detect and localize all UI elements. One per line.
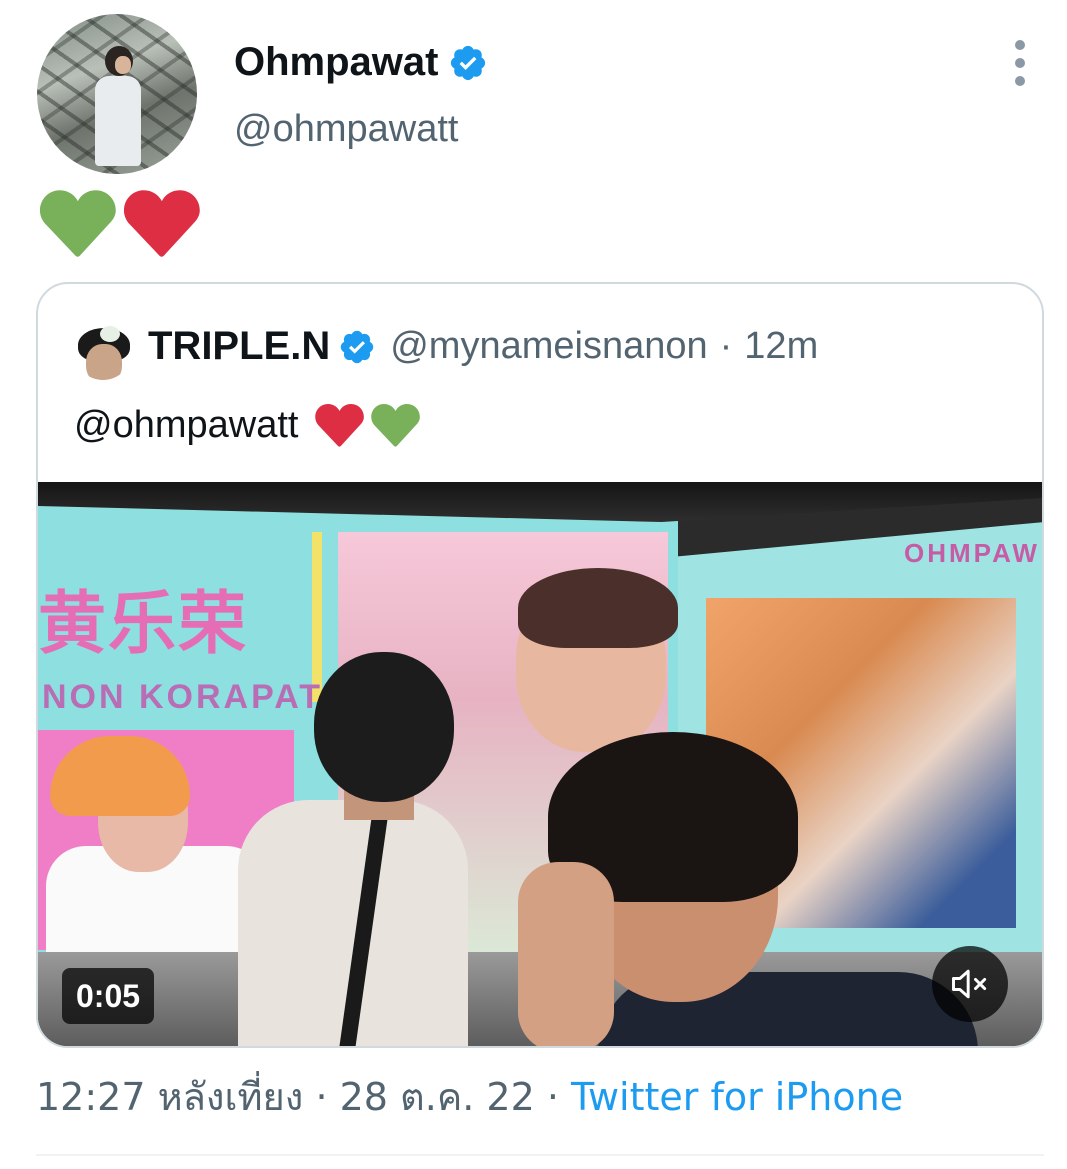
timestamp-separator: · (315, 1075, 328, 1119)
speaker-muted-icon (952, 969, 987, 999)
verified-badge-icon (451, 45, 486, 80)
author-name[interactable]: Ohmpawat (234, 40, 438, 85)
tweet-timestamp: 12:27 หลังเที่ยง · 28 ต.ค. 22 · Twitter … (36, 1066, 903, 1127)
red-heart-icon (123, 190, 200, 257)
red-heart-icon (315, 404, 365, 447)
more-vertical-icon[interactable] (1006, 40, 1034, 86)
timestamp-date[interactable]: 28 ต.ค. 22 (340, 1075, 535, 1119)
verified-badge-icon (341, 330, 374, 363)
video-screen-text: NON KORAPAT (42, 678, 324, 716)
quote-header: TRIPLE.N @mynameisnanon · 12m (148, 324, 818, 369)
video-screen-text: OHMPAW (904, 538, 1040, 568)
divider (36, 1154, 1044, 1156)
quote-author-name[interactable]: TRIPLE.N (148, 324, 330, 369)
green-heart-icon (39, 190, 116, 257)
video-player[interactable]: 黄乐荣 NON KORAPAT OHMPAW 0:05 (38, 482, 1042, 1046)
quote-tweet-card[interactable]: TRIPLE.N @mynameisnanon · 12m @ohmpawatt… (36, 282, 1044, 1048)
timestamp-separator: · (546, 1075, 559, 1119)
author-name-row[interactable]: Ohmpawat (234, 40, 488, 85)
quote-separator: · (719, 325, 733, 367)
quote-author-avatar[interactable] (74, 322, 132, 380)
video-screen-text: 黄乐荣 (38, 585, 249, 664)
source-link[interactable]: Twitter for iPhone (571, 1075, 903, 1119)
avatar-person (95, 46, 141, 166)
quote-mention-link[interactable]: @ohmpawatt (74, 404, 298, 447)
tweet-text (38, 188, 200, 258)
green-heart-icon (371, 404, 421, 447)
timestamp-time[interactable]: 12:27 หลังเที่ยง (36, 1075, 303, 1119)
author-handle[interactable]: @ohmpawatt (234, 108, 458, 151)
quote-author-handle[interactable]: @mynameisnanon (390, 325, 707, 368)
volume-muted-icon[interactable] (932, 946, 1008, 1022)
video-duration-badge: 0:05 (62, 968, 155, 1024)
quote-time[interactable]: 12m (744, 325, 818, 368)
quote-text: @ohmpawatt (74, 402, 421, 448)
author-avatar[interactable] (37, 14, 197, 174)
